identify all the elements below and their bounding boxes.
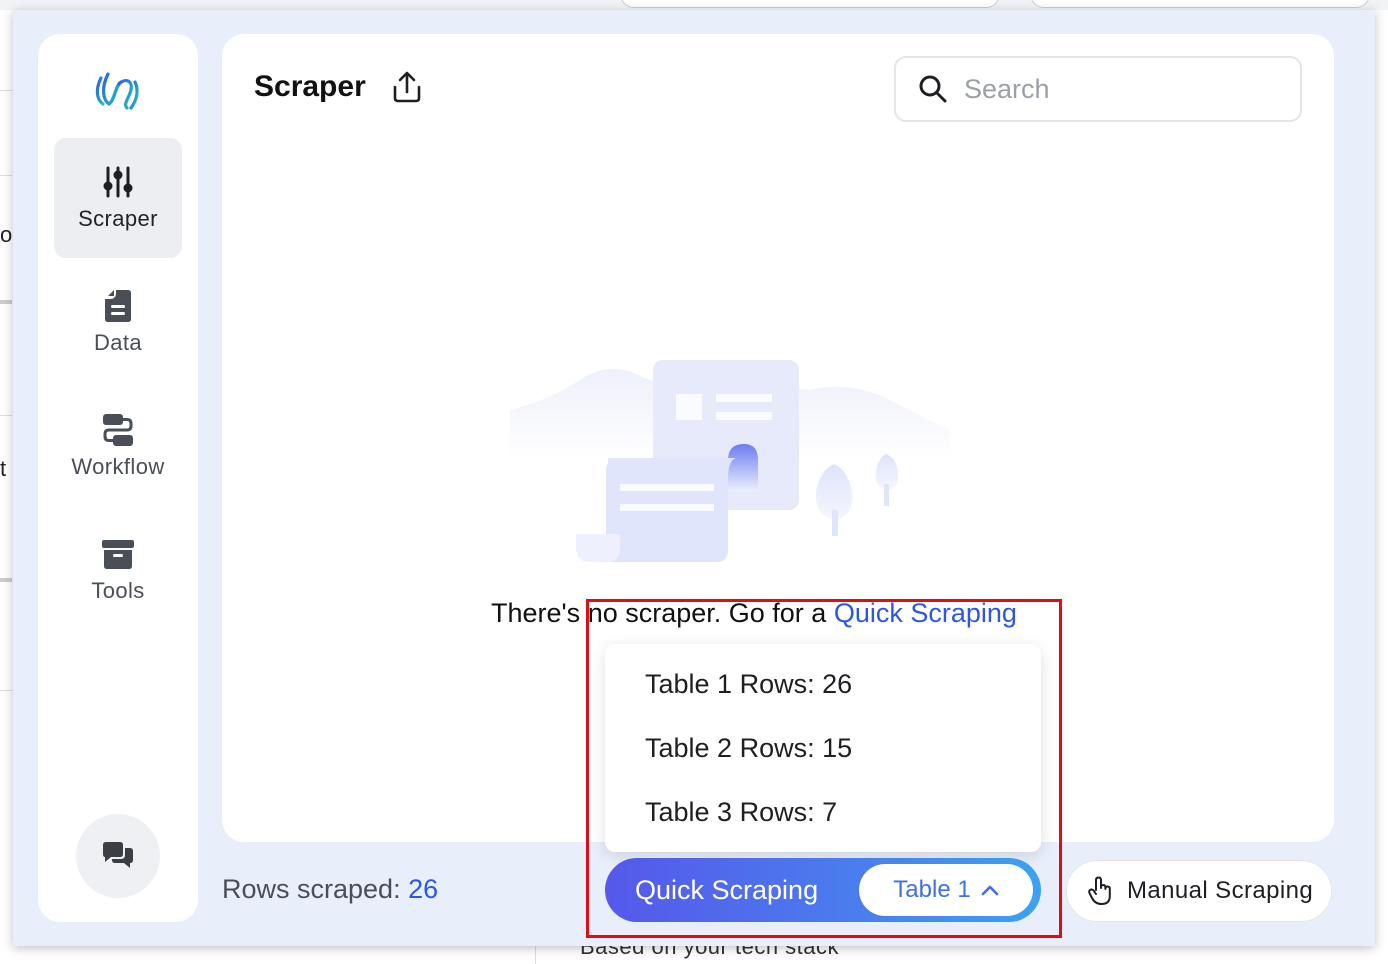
chat-support-button[interactable]	[76, 814, 160, 898]
document-icon	[105, 290, 131, 322]
quick-scraping-label: Quick Scraping	[635, 874, 819, 905]
address-bar-fragment	[620, 0, 1000, 8]
chevron-up-icon	[981, 885, 998, 896]
manual-scraping-label: Manual Scraping	[1127, 877, 1314, 904]
quick-scraping-button[interactable]: Quick Scraping Table 1	[605, 858, 1041, 922]
table-dropdown-menu: Table 1 Rows: 26 Table 2 Rows: 15 Table …	[605, 644, 1041, 852]
dropdown-item-table-2[interactable]: Table 2 Rows: 15	[605, 716, 1041, 780]
dropdown-item-table-3[interactable]: Table 3 Rows: 7	[605, 780, 1041, 844]
sidebar-item-label: Tools	[91, 578, 145, 603]
rows-scraped-status: Rows scraped: 26	[222, 874, 438, 905]
sidebar-item-workflow[interactable]: Workflow	[54, 386, 182, 506]
sidebar-item-label: Scraper	[78, 206, 158, 231]
page-title: Scraper	[254, 70, 366, 103]
sidebar-item-tools[interactable]: Tools	[54, 510, 182, 630]
bg-divider	[0, 690, 12, 691]
sidebar-item-label: Data	[93, 330, 143, 355]
chat-bubbles-icon	[103, 842, 133, 868]
bg-divider	[0, 415, 12, 416]
bg-divider	[0, 175, 12, 176]
table-select[interactable]: Table 1	[859, 864, 1033, 916]
app-logo	[95, 72, 139, 110]
extension-panel: Scraper Data Workflow Tools Scraper Sear…	[13, 10, 1375, 946]
workflow-icon	[103, 414, 133, 446]
table-select-value: Table 1	[893, 876, 971, 903]
sliders-icon	[103, 166, 133, 198]
empty-state-text: There's no scraper. Go for a	[491, 598, 834, 628]
sidebar: Scraper Data Workflow Tools	[38, 34, 198, 922]
quick-scraping-link[interactable]: Quick Scraping	[834, 598, 1017, 628]
sidebar-item-label: Workflow	[71, 454, 165, 479]
rows-scraped-count: 26	[408, 874, 439, 904]
browser-toolbar	[0, 0, 1388, 10]
search-box[interactable]	[894, 56, 1302, 122]
bg-divider	[0, 578, 12, 582]
manual-scraping-button[interactable]: Manual Scraping	[1066, 860, 1332, 922]
bg-divider	[0, 300, 12, 304]
archive-box-icon	[102, 540, 134, 569]
search-icon	[919, 75, 947, 103]
bg-text-fragment: t	[0, 456, 7, 481]
search-input[interactable]	[964, 73, 1284, 105]
export-icon[interactable]	[390, 70, 424, 104]
toolbar-fragment	[1030, 0, 1370, 8]
sidebar-item-scraper[interactable]: Scraper	[54, 138, 182, 258]
bg-divider	[0, 90, 12, 91]
bg-divider	[535, 945, 536, 964]
sidebar-item-data[interactable]: Data	[54, 262, 182, 382]
empty-state-illustration	[510, 360, 950, 562]
rows-scraped-label: Rows scraped:	[222, 874, 409, 904]
empty-state-message: There's no scraper. Go for a Quick Scrap…	[491, 598, 1017, 629]
dropdown-item-table-1[interactable]: Table 1 Rows: 26	[605, 652, 1041, 716]
pointer-hand-icon	[1088, 876, 1111, 905]
